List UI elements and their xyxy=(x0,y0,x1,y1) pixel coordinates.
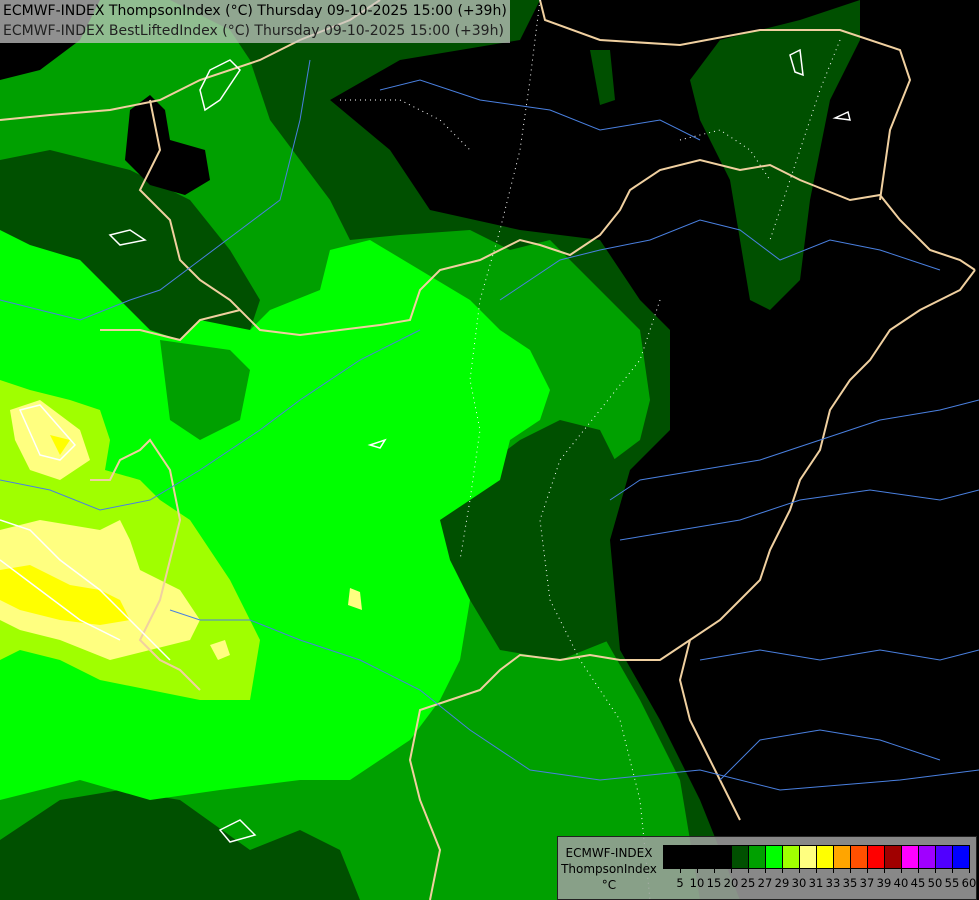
legend-tick xyxy=(850,867,851,873)
legend-tick xyxy=(697,867,698,873)
title-thompson-index: ECMWF-INDEX ThompsonIndex (°C) Thursday … xyxy=(3,3,507,19)
legend-tick xyxy=(748,867,749,873)
legend-tick-label: 31 xyxy=(808,876,824,890)
legend-swatch xyxy=(902,846,919,868)
legend-tick-label: 37 xyxy=(859,876,875,890)
legend-swatch xyxy=(749,846,766,868)
legend-tick-label: 45 xyxy=(910,876,926,890)
legend-swatch xyxy=(800,846,817,868)
legend-tick-label: 20 xyxy=(723,876,739,890)
legend-tick xyxy=(816,867,817,873)
legend-tick-label: 55 xyxy=(944,876,960,890)
legend-tick xyxy=(935,867,936,873)
legend-color-bar xyxy=(663,845,970,869)
weather-map-view: ECMWF-INDEX ThompsonIndex (°C) Thursday … xyxy=(0,0,979,900)
legend-tick-label: 10 xyxy=(689,876,705,890)
legend-tick xyxy=(969,867,970,873)
legend-tick-label: 30 xyxy=(791,876,807,890)
legend-tick-label: 40 xyxy=(893,876,909,890)
legend-swatch xyxy=(885,846,902,868)
legend-tick xyxy=(918,867,919,873)
legend-swatch xyxy=(851,846,868,868)
legend-tick xyxy=(884,867,885,873)
thompson-index-map[interactable] xyxy=(0,0,979,900)
legend-tick-label: 35 xyxy=(842,876,858,890)
legend-swatch xyxy=(732,846,749,868)
legend-swatch xyxy=(766,846,783,868)
legend-tick xyxy=(714,867,715,873)
legend-tick xyxy=(680,867,681,873)
legend-tick xyxy=(867,867,868,873)
legend-swatch xyxy=(953,846,969,868)
legend-tick-label: 25 xyxy=(740,876,756,890)
legend-tick-label: 60 xyxy=(961,876,977,890)
legend-swatch xyxy=(936,846,953,868)
legend-swatch xyxy=(715,846,732,868)
legend-tick xyxy=(765,867,766,873)
title-best-lifted-index: ECMWF-INDEX BestLiftedIndex (°C) Thursda… xyxy=(3,23,504,39)
legend-swatch xyxy=(834,846,851,868)
legend-tick-label: 27 xyxy=(757,876,773,890)
legend-swatch xyxy=(817,846,834,868)
legend-tick xyxy=(901,867,902,873)
legend-tick-label: 29 xyxy=(774,876,790,890)
legend-parameter: ThompsonIndex xyxy=(561,862,657,876)
legend-tick xyxy=(731,867,732,873)
legend-title: ECMWF-INDEX ThompsonIndex °C xyxy=(560,845,658,893)
legend-swatch xyxy=(681,846,698,868)
legend-swatch xyxy=(664,846,681,868)
legend-swatch xyxy=(919,846,936,868)
legend-swatch xyxy=(698,846,715,868)
legend-tick xyxy=(952,867,953,873)
legend-swatch xyxy=(868,846,885,868)
legend-tick xyxy=(782,867,783,873)
legend-tick-label: 5 xyxy=(676,876,684,890)
legend-unit: °C xyxy=(601,878,617,892)
legend-swatch xyxy=(783,846,800,868)
map-title-box: ECMWF-INDEX ThompsonIndex (°C) Thursday … xyxy=(0,0,510,43)
color-legend: ECMWF-INDEX ThompsonIndex °C 5 10 15 20 25 27… xyxy=(557,836,977,900)
legend-tick xyxy=(799,867,800,873)
legend-tick-label: 39 xyxy=(876,876,892,890)
legend-tick-label: 15 xyxy=(706,876,722,890)
legend-tick-label: 33 xyxy=(825,876,841,890)
legend-tick-label: 50 xyxy=(927,876,943,890)
legend-model: ECMWF-INDEX xyxy=(565,846,653,860)
legend-tick xyxy=(833,867,834,873)
